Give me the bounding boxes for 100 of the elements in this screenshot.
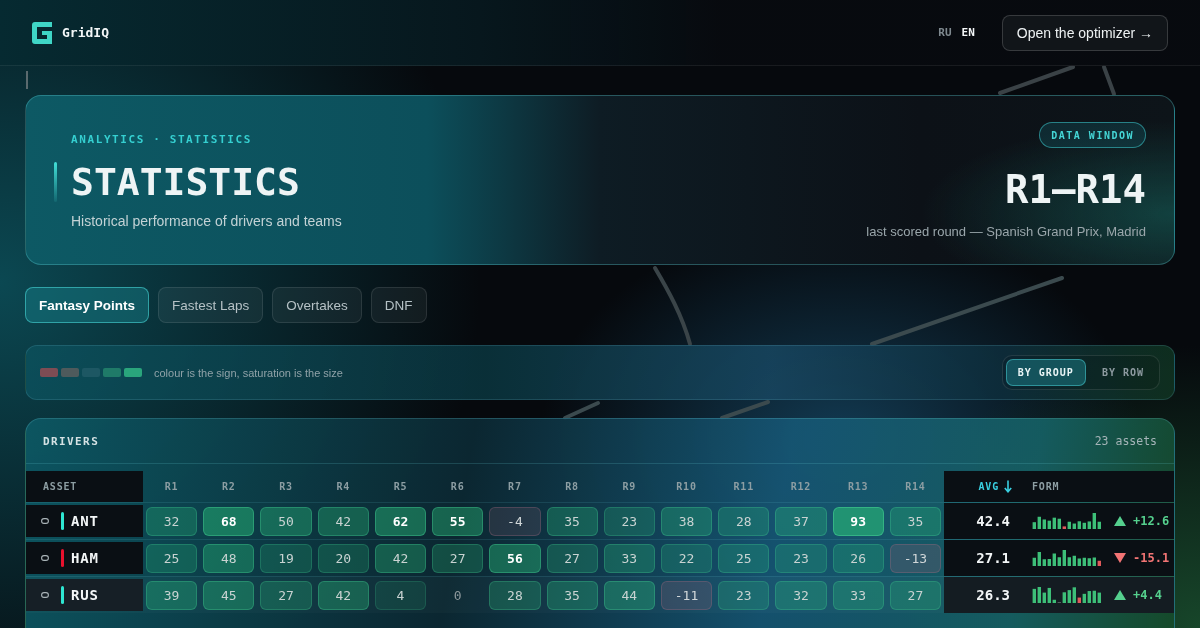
form-sparkline	[1032, 513, 1102, 529]
column-header[interactable]: R8	[543, 471, 601, 502]
score-cell-text: 0	[452, 586, 463, 605]
tab[interactable]: Fastest Laps	[158, 287, 264, 323]
tab[interactable]: Overtakes	[272, 287, 362, 323]
logo-icon	[32, 21, 52, 44]
track-line-drawing	[26, 70, 28, 90]
column-header[interactable]: ASSET	[26, 471, 143, 502]
score-cell: 32	[146, 506, 198, 536]
score-cell: 55	[432, 506, 484, 536]
score-cell: 27	[889, 580, 941, 610]
column-header[interactable]: R5	[371, 471, 430, 502]
column-header[interactable]: R1	[143, 471, 201, 502]
table-title: DRIVERS	[43, 434, 100, 448]
score-cell: 23	[718, 580, 770, 610]
score-cell: 25	[146, 543, 198, 573]
legend-caption: colour is the sign, saturation is the size	[154, 366, 343, 379]
sort-arrow-icon	[1004, 480, 1012, 493]
avg-cell: 27.1	[944, 540, 1032, 576]
language-option[interactable]: EN	[961, 26, 975, 39]
column-header[interactable]: R9	[600, 471, 658, 502]
column-header[interactable]: R2	[200, 471, 258, 502]
score-cell: 35	[546, 506, 598, 536]
column-header[interactable]: R13	[829, 471, 887, 502]
score-cell: 4	[374, 580, 427, 610]
score-cell: -13	[889, 543, 941, 573]
last-round-note: last scored round — Spanish Grand Prix, Madrid	[866, 224, 1146, 239]
oval-outline-icon[interactable]	[41, 592, 49, 598]
tab[interactable]: Fantasy Points	[25, 287, 150, 323]
score-cell: 62	[374, 506, 427, 536]
score-cell: 20	[317, 543, 369, 573]
table-row[interactable]: ANT 32 68 50 42 62 55 -4 35 23 38 28 37 93 35 42.4 +12.6	[26, 502, 1174, 539]
track-line-drawing	[563, 401, 600, 420]
data-window-badge: DATA WINDOW	[1039, 122, 1146, 148]
page-subtitle: Historical performance of drivers and teams	[71, 212, 342, 230]
column-header[interactable]: R7	[486, 471, 544, 502]
column-header[interactable]: R6	[429, 471, 487, 502]
brand-name: GridIQ	[62, 25, 109, 40]
oval-outline-icon[interactable]	[41, 518, 49, 524]
driver-code: ANT	[71, 513, 99, 529]
track-line-drawing	[720, 400, 770, 420]
asset-count: 23 assets	[1094, 434, 1157, 448]
score-cell: 68	[203, 506, 255, 536]
score-cell: 56	[489, 543, 541, 573]
table-row[interactable]: HAM 25 48 19 20 42 27 56 27 33 22 25 23 26 -13 27.1 -15.1	[26, 539, 1174, 576]
score-cell: 42	[317, 506, 369, 536]
score-cell: 27	[546, 543, 598, 573]
score-cell: 38	[660, 506, 713, 536]
driver-code: RUS	[71, 587, 99, 603]
accent-line	[54, 162, 57, 202]
score-cell: 50	[260, 506, 312, 536]
toggle-option[interactable]: BY GROUP	[1005, 359, 1086, 386]
table-row[interactable]: RUS 39 45 27 42 4 0 28 35 44 -11 23 32 33 27 26.3 +4.4	[26, 576, 1174, 613]
score-cell: 48	[203, 543, 255, 573]
score-cell: -11	[660, 580, 713, 610]
round-range: R1—R14	[1005, 168, 1146, 212]
toggle-option[interactable]: BY ROW	[1089, 359, 1156, 386]
score-cell: 19	[260, 543, 312, 573]
score-cell: 93	[832, 506, 884, 536]
open-optimizer-button[interactable]: Open the optimizer →	[1001, 14, 1168, 51]
column-header[interactable]: FORM	[1032, 471, 1174, 502]
score-cell: 35	[546, 580, 598, 610]
score-cell: 35	[889, 506, 941, 536]
score-cell: 23	[775, 543, 827, 573]
column-header[interactable]: R14	[886, 471, 944, 502]
score-cell: 33	[832, 580, 884, 610]
form-sparkline	[1032, 550, 1102, 566]
avg-cell: 26.3	[944, 577, 1032, 613]
score-cell: 33	[603, 543, 655, 573]
score-cell: 28	[489, 580, 541, 610]
score-cell: 44	[603, 580, 655, 610]
trend-value: +12.6	[1133, 514, 1170, 528]
score-cell: 28	[718, 506, 770, 536]
score-cell: 32	[775, 580, 827, 610]
trend-value: +4.4	[1133, 588, 1162, 602]
score-cell: 26	[832, 543, 884, 573]
trend-value: -15.1	[1133, 551, 1170, 565]
column-header[interactable]: R11	[715, 471, 773, 502]
track-line-drawing	[1102, 65, 1116, 96]
form-sparkline	[1032, 587, 1102, 603]
score-cell: 39	[146, 580, 198, 610]
column-header[interactable]: R10	[657, 471, 716, 502]
language-option[interactable]: RU	[938, 26, 952, 39]
avg-cell: 42.4	[944, 503, 1032, 539]
driver-code: HAM	[71, 550, 99, 566]
column-header[interactable]: R4	[314, 471, 372, 502]
score-cell: 37	[775, 506, 827, 536]
score-cell: 23	[603, 506, 655, 536]
breadcrumb: ANALYTICS · STATISTICS	[71, 132, 253, 148]
score-cell: 22	[660, 543, 713, 573]
column-header[interactable]: R12	[772, 471, 830, 502]
score-cell: 42	[374, 543, 427, 573]
column-header[interactable]: R3	[257, 471, 315, 502]
tab[interactable]: DNF	[370, 287, 427, 323]
score-cell: 27	[432, 543, 484, 573]
score-cell: 45	[203, 580, 255, 610]
oval-outline-icon[interactable]	[41, 555, 49, 561]
score-cell: 25	[718, 543, 770, 573]
column-header[interactable]: AVG	[944, 471, 1032, 502]
score-cell: 27	[260, 580, 312, 610]
